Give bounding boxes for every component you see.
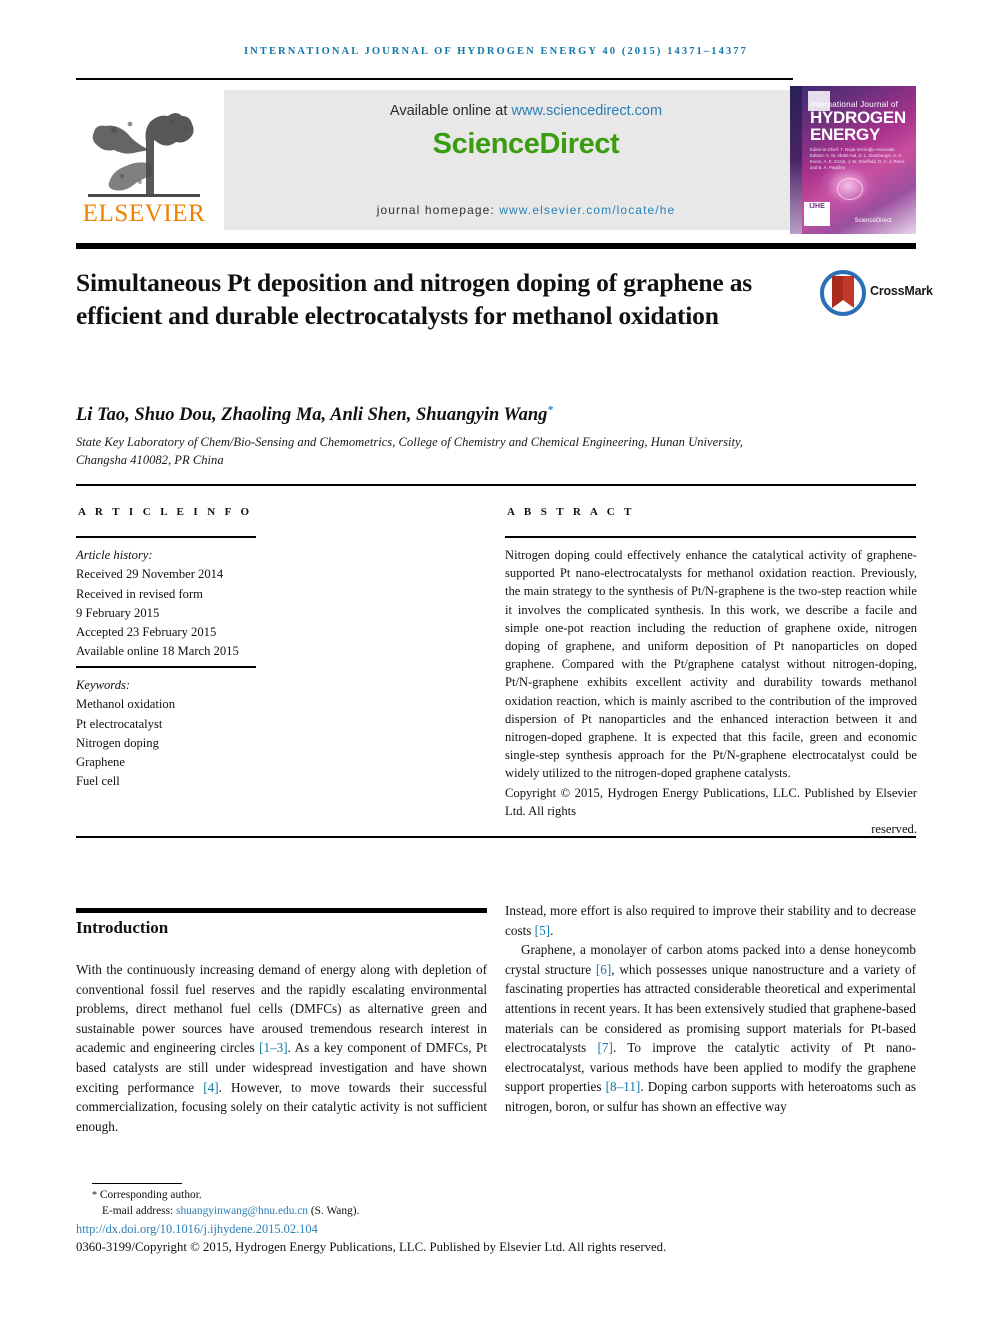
cover-editors: Editor-in-Chief: T. Nejat Veziroğlu Asso…: [810, 147, 906, 170]
sciencedirect-logo[interactable]: ScienceDirect: [224, 128, 828, 161]
body-column-right: Instead, more effort is also required to…: [505, 901, 916, 1117]
body-column-left: With the continuously increasing demand …: [76, 960, 487, 1136]
reference-link-6[interactable]: [6]: [596, 962, 611, 977]
reference-link-7[interactable]: [7]: [598, 1040, 613, 1055]
crossmark-icon[interactable]: [820, 270, 866, 316]
sciencedirect-panel: Available online at www.sciencedirect.co…: [224, 90, 828, 230]
running-head: International Journal of Hydrogen Energy…: [243, 46, 749, 57]
corresponding-author-note: * Corresponding author.: [92, 1188, 792, 1204]
author-list: Li Tao, Shuo Dou, Zhaoling Ma, Anli Shen…: [76, 404, 796, 426]
right-paragraph-2: Graphene, a monolayer of carbon atoms pa…: [505, 940, 916, 1116]
reference-link-1-3[interactable]: [1–3]: [259, 1040, 288, 1055]
sciencedirect-url-link[interactable]: www.sciencedirect.com: [511, 103, 662, 119]
paper-page: International Journal of Hydrogen Energy…: [0, 0, 992, 1323]
cover-ijhe-badge: IJHE: [804, 202, 830, 226]
abstract-copyright-main: Copyright © 2015, Hydrogen Energy Public…: [505, 785, 917, 818]
issn-copyright-line: 0360-3199/Copyright © 2015, Hydrogen Ene…: [76, 1240, 667, 1254]
cover-orb-ring: [837, 178, 863, 200]
abstract-bottom-rule: [76, 836, 916, 838]
page-title: Simultaneous Pt deposition and nitrogen …: [76, 268, 752, 330]
masthead-bottom-rule: [76, 243, 916, 249]
abstract-text: Nitrogen doping could effectively enhanc…: [505, 546, 917, 838]
email-note: E-mail address: shuangyinwang@hnu.edu.cn…: [92, 1204, 792, 1220]
journal-homepage-label: journal homepage:: [376, 203, 500, 217]
author-names: Li Tao, Shuo Dou, Zhaoling Ma, Anli Shen…: [76, 405, 548, 426]
cover-title-line2: HYDROGEN ENERGY: [810, 109, 914, 143]
crossmark-label: CrossMark: [870, 284, 933, 298]
available-online-text: Available online at: [389, 103, 512, 119]
doi-link[interactable]: http://dx.doi.org/10.1016/j.ijhydene.201…: [76, 1222, 318, 1237]
introduction-rule: [76, 908, 487, 913]
right-paragraph-1: Instead, more effort is also required to…: [505, 901, 916, 940]
article-history-label: Article history:: [76, 548, 153, 562]
cover-publisher-mark: ScienceDirect: [854, 218, 892, 224]
keywords-block: Keywords: Methanol oxidation Pt electroc…: [76, 676, 276, 792]
journal-homepage-link[interactable]: www.elsevier.com/locate/he: [499, 203, 675, 217]
crossmark-badge[interactable]: CrossMark: [820, 268, 933, 322]
right-text-2: .: [550, 922, 554, 938]
elsevier-logo: ELSEVIER: [76, 86, 212, 234]
history-item: 9 February 2015: [76, 605, 160, 620]
footnote-rule: [92, 1183, 182, 1184]
email-suffix: (S. Wang).: [308, 1204, 360, 1217]
article-history-block: Article history: Received 29 November 20…: [76, 546, 276, 662]
keywords-label: Keywords:: [76, 678, 131, 692]
affiliation: State Key Laboratory of Chem/Bio-Sensing…: [76, 435, 744, 467]
journal-cover-thumbnail[interactable]: International Journal of HYDROGEN ENERGY …: [790, 86, 916, 234]
title-block-rule: [76, 484, 916, 486]
corresponding-text: Corresponding author.: [97, 1189, 202, 1201]
keyword-item: Graphene: [76, 755, 125, 770]
reference-link-8-11[interactable]: [8–11]: [606, 1079, 641, 1094]
footnote-block: * Corresponding author. E-mail address: …: [92, 1188, 792, 1219]
history-item: Received 29 November 2014: [76, 567, 224, 582]
cover-energy-word: ENERGY: [810, 125, 880, 144]
keyword-item: Methanol oxidation: [76, 697, 175, 712]
elsevier-tree-icon: [88, 113, 200, 197]
cover-left-band: [790, 86, 802, 234]
abstract-heading: A B S T R A C T: [507, 506, 635, 518]
reference-link-5[interactable]: [5]: [535, 923, 550, 938]
keyword-item: Pt electrocatalyst: [76, 716, 163, 731]
journal-homepage-line: journal homepage: www.elsevier.com/locat…: [224, 203, 828, 217]
history-item: Available online 18 March 2015: [76, 644, 239, 659]
keyword-item: Nitrogen doping: [76, 735, 159, 750]
right-text-1: Instead, more effort is also required to…: [505, 903, 916, 938]
abstract-body: Nitrogen doping could effectively enhanc…: [505, 548, 917, 781]
email-label: E-mail address:: [102, 1204, 177, 1217]
article-info-rule: [76, 536, 256, 538]
article-info-heading: A R T I C L E I N F O: [78, 506, 253, 518]
corresponding-author-marker: *: [547, 404, 553, 416]
keywords-rule: [76, 666, 256, 668]
history-item: Received in revised form: [76, 586, 203, 601]
history-item: Accepted 23 February 2015: [76, 625, 217, 640]
elsevier-wordmark: ELSEVIER: [82, 200, 206, 227]
abstract-rule: [505, 536, 916, 538]
introduction-heading: Introduction: [76, 918, 169, 937]
masthead: ELSEVIER Available online at www.science…: [76, 86, 916, 234]
keyword-item: Fuel cell: [76, 774, 120, 789]
abstract-copyright: Copyright © 2015, Hydrogen Energy Public…: [505, 784, 917, 839]
reference-link-4[interactable]: [4]: [203, 1080, 218, 1095]
running-head-rule: [76, 78, 793, 80]
available-online-line: Available online at www.sciencedirect.co…: [224, 103, 828, 119]
email-link[interactable]: shuangyinwang@hnu.edu.cn: [176, 1205, 308, 1217]
